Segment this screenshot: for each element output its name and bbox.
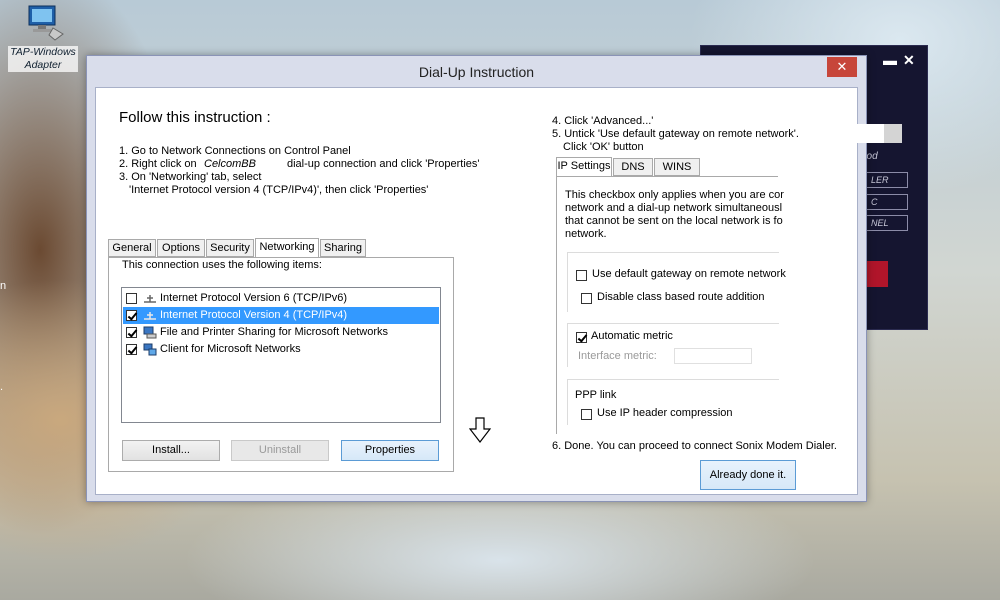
connection-items-list[interactable]: Internet Protocol Version 6 (TCP/IPv6) I…: [121, 287, 441, 423]
dial-up-instruction-dialog: Dial-Up Instruction ✕ Follow this instru…: [86, 55, 902, 502]
tab-ip-settings[interactable]: IP Settings: [556, 157, 612, 177]
file-printer-sharing-icon: [143, 326, 157, 339]
minimize-button[interactable]: ▬: [883, 52, 897, 68]
tab-dns[interactable]: DNS: [613, 158, 653, 176]
dialog-title: Dial-Up Instruction: [418, 64, 535, 80]
ip-description: that cannot be sent on the local network…: [565, 215, 783, 227]
background-button[interactable]: C: [866, 194, 908, 210]
list-item[interactable]: Internet Protocol Version 4 (TCP/IPv4): [123, 307, 439, 324]
background-red-button[interactable]: [866, 261, 888, 287]
edge-text: n: [0, 280, 7, 292]
uninstall-button[interactable]: Uninstall: [231, 440, 329, 461]
items-caption: This connection uses the following items…: [122, 259, 322, 271]
icon-label: TAP-Windows Adapter: [8, 46, 78, 72]
title-bar[interactable]: Dial-Up Instruction ✕: [87, 56, 866, 87]
automatic-metric-checkbox[interactable]: [576, 332, 587, 343]
list-item[interactable]: Client for Microsoft Networks: [123, 341, 439, 358]
ip-description: network.: [565, 228, 607, 240]
step-1: 1. Go to Network Connections on Control …: [119, 145, 351, 157]
ip-description: This checkbox only applies when you are …: [565, 189, 784, 201]
step-3-cont: 'Internet Protocol version 4 (TCP/IPv4)'…: [129, 184, 429, 196]
ppp-link-label: PPP link: [575, 389, 617, 401]
item-checkbox[interactable]: [126, 344, 137, 355]
ip-header-compression-label: Use IP header compression: [597, 407, 733, 419]
item-label: Internet Protocol Version 6 (TCP/IPv6): [160, 292, 348, 304]
default-gateway-label: Use default gateway on remote network: [592, 268, 786, 280]
background-button[interactable]: NEL: [866, 215, 908, 231]
ip-settings-panel: This checkbox only applies when you are …: [556, 176, 786, 434]
networking-tab-panel: This connection uses the following items…: [108, 257, 454, 472]
tab-security[interactable]: Security: [206, 239, 254, 257]
default-gateway-checkbox[interactable]: [576, 270, 587, 281]
instruction-heading: Follow this instruction :: [119, 109, 271, 126]
network-client-icon: [143, 343, 157, 356]
network-adapter-icon: [25, 2, 64, 41]
protocol-icon: [143, 292, 157, 305]
partial-window-overlay: [804, 124, 902, 143]
background-button[interactable]: LER: [866, 172, 908, 188]
disable-class-route-checkbox[interactable]: [581, 293, 592, 304]
item-label: Client for Microsoft Networks: [160, 343, 301, 355]
ip-settings-body: This checkbox only applies when you are …: [556, 176, 786, 434]
list-item[interactable]: File and Printer Sharing for Microsoft N…: [123, 324, 439, 341]
automatic-metric-label: Automatic metric: [591, 330, 673, 342]
dialog-content: Follow this instruction : 1. Go to Netwo…: [95, 87, 902, 495]
tap-windows-adapter-shortcut[interactable]: TAP-Windows Adapter: [4, 2, 82, 72]
ip-description: network and a dial-up network simultaneo…: [565, 202, 783, 214]
interface-metric-label: Interface metric:: [578, 350, 657, 362]
tab-general[interactable]: General: [108, 239, 156, 257]
tab-options[interactable]: Options: [157, 239, 205, 257]
edge-text: .: [0, 381, 4, 393]
list-item[interactable]: Internet Protocol Version 6 (TCP/IPv6): [123, 290, 439, 307]
step-5: 5. Untick 'Use default gateway on remote…: [552, 128, 799, 140]
protocol-icon: [143, 309, 157, 322]
step-5-cont: Click 'OK' button: [563, 141, 644, 153]
item-label: File and Printer Sharing for Microsoft N…: [160, 326, 389, 338]
item-label: Internet Protocol Version 4 (TCP/IPv4): [160, 309, 348, 321]
ip-header-compression-checkbox[interactable]: [581, 409, 592, 420]
step-4: 4. Click 'Advanced...': [552, 115, 654, 127]
item-checkbox[interactable]: [126, 327, 137, 338]
item-checkbox[interactable]: [126, 293, 137, 304]
disable-class-route-label: Disable class based route addition: [597, 291, 765, 303]
close-button[interactable]: ✕: [827, 57, 857, 77]
install-button[interactable]: Install...: [122, 440, 220, 461]
already-done-button[interactable]: Already done it.: [700, 460, 796, 490]
properties-button[interactable]: Properties: [341, 440, 439, 461]
pointer-arrow-icon: [468, 417, 492, 443]
item-checkbox[interactable]: [126, 310, 137, 321]
step-2-connection-name: CelcomBB: [204, 158, 256, 170]
tab-sharing[interactable]: Sharing: [320, 239, 366, 257]
gateway-group: [567, 252, 779, 312]
tab-networking[interactable]: Networking: [255, 238, 319, 258]
step-3: 3. On 'Networking' tab, select: [119, 171, 262, 183]
tab-wins[interactable]: WINS: [654, 158, 700, 176]
close-button[interactable]: ✕: [903, 52, 915, 69]
step-2: 2. Right click on: [119, 158, 197, 170]
interface-metric-input[interactable]: [674, 348, 752, 364]
step-2-cont: dial-up connection and click 'Properties…: [287, 158, 480, 170]
step-6: 6. Done. You can proceed to connect Soni…: [552, 440, 837, 452]
